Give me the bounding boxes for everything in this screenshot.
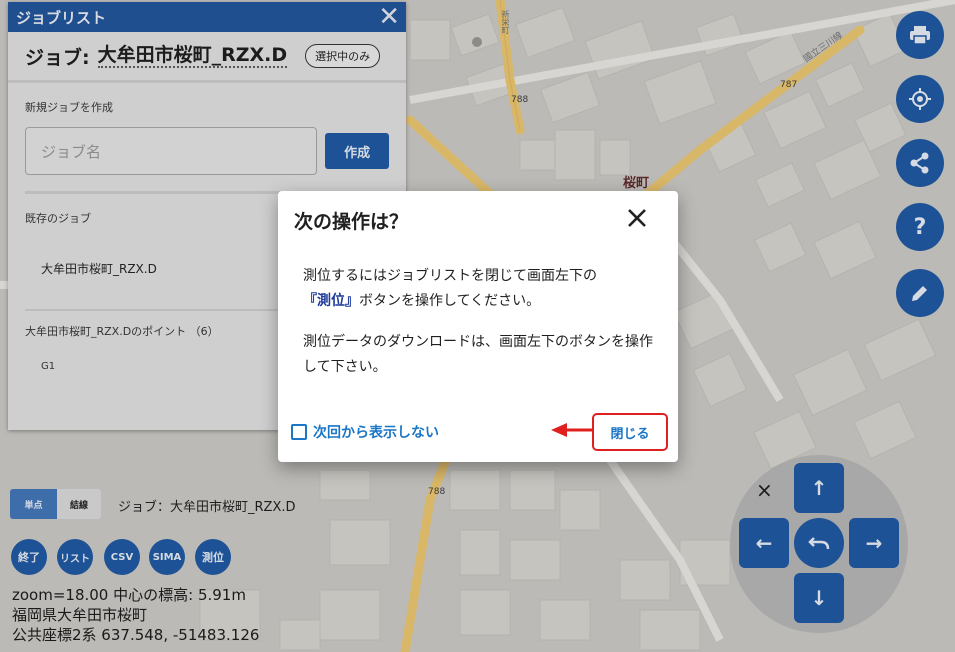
undo-icon — [808, 537, 830, 550]
zoom-info: zoom=18.00 中心の標高: 5.91m — [12, 586, 246, 604]
close-highlight: 閉じる — [592, 413, 668, 451]
dialog-message-1b: ボタンを操作してください。 — [359, 293, 541, 309]
dialog-message-2: 測位データのダウンロードは、画面左下のボタンを操作して下さい。 — [303, 334, 653, 375]
dpad-down-button[interactable]: ↓ — [794, 573, 844, 623]
arrow-up-icon: ↑ — [810, 476, 828, 500]
select-only-button[interactable]: 選択中のみ — [305, 44, 381, 68]
road-sign-a: 新栄町 — [501, 10, 510, 34]
road-number-788: 788 — [511, 95, 529, 105]
sima-button[interactable]: SIMA — [149, 539, 185, 575]
job-title-row: ジョブ: 大牟田市桜町_RZX.D 選択中のみ — [8, 32, 406, 80]
survey-button[interactable]: 測位 — [195, 539, 231, 575]
divider — [8, 80, 406, 83]
road-number-788-south: 788 — [428, 487, 446, 497]
print-button[interactable] — [896, 11, 944, 59]
district-label: 桜町 — [623, 176, 650, 191]
dialog-message-1: 測位するにはジョブリストを閉じて画面左下の 『測位』ボタンを操作してください。 — [303, 264, 663, 314]
close-icon — [628, 209, 646, 227]
dialog-title: 次の操作は？ — [294, 211, 409, 233]
joblist-title: ジョブリスト — [16, 8, 107, 27]
dialog-emphasis: 『測位』 — [303, 293, 359, 309]
arrow-down-icon: ↓ — [810, 586, 828, 610]
list-button[interactable]: リスト — [57, 539, 93, 575]
dpad-left-button[interactable]: ← — [739, 518, 789, 568]
share-icon — [910, 152, 929, 174]
arrow-right-icon: → — [865, 531, 883, 555]
joblist-header: ジョブリスト ✕ — [8, 2, 406, 32]
help-button[interactable]: ? — [896, 203, 944, 251]
dpad-close-icon[interactable]: × — [756, 478, 773, 502]
mode-single-button[interactable]: 単点 — [10, 489, 57, 519]
address-info: 福岡県大牟田市桜町 — [12, 606, 148, 624]
create-job-button[interactable]: 作成 — [325, 133, 389, 169]
arrow-left-icon: ← — [755, 531, 773, 555]
locate-button[interactable] — [896, 75, 944, 123]
dpad-right-button[interactable]: → — [849, 518, 899, 568]
help-icon: ? — [913, 214, 927, 240]
joblist-close-icon[interactable]: ✕ — [378, 4, 400, 30]
coords-info: 公共座標2系 637.548, -51483.126 — [12, 626, 260, 644]
job-name-input[interactable]: ジョブ名 — [25, 127, 318, 175]
end-button[interactable]: 終了 — [11, 539, 47, 575]
job-status: ジョブ：大牟田市桜町_RZX.D — [118, 500, 296, 515]
edit-button[interactable] — [896, 269, 944, 317]
dialog-close-icon[interactable] — [624, 205, 650, 231]
mode-line-button[interactable]: 結線 — [57, 489, 101, 519]
job-label: ジョブ: — [25, 46, 90, 69]
dont-show-checkbox[interactable] — [291, 424, 307, 440]
csv-button[interactable]: CSV — [104, 539, 140, 575]
dpad-center-button[interactable] — [794, 518, 844, 568]
crosshair-icon — [909, 88, 931, 110]
dont-show-label: 次回から表示しない — [313, 425, 439, 441]
pointer-arrow-icon — [551, 423, 593, 437]
dont-show-again[interactable]: 次回から表示しない — [291, 422, 439, 442]
dialog-close-button[interactable]: 閉じる — [594, 415, 666, 449]
create-job-row: ジョブ名 作成 — [8, 127, 406, 175]
current-job-name[interactable]: 大牟田市桜町_RZX.D — [97, 44, 288, 68]
dpad-up-button[interactable]: ↑ — [794, 463, 844, 513]
next-action-dialog: 次の操作は？ 測位するにはジョブリストを閉じて画面左下の 『測位』ボタンを操作し… — [278, 191, 678, 462]
share-button[interactable] — [896, 139, 944, 187]
road-number-787: 787 — [780, 80, 798, 90]
mode-toggle: 単点 結線 — [10, 489, 101, 519]
new-job-label: 新規ジョブを作成 — [25, 101, 113, 114]
print-icon — [910, 26, 930, 45]
dialog-message-1a: 測位するにはジョブリストを閉じて画面左下の — [303, 268, 597, 284]
pencil-icon — [912, 286, 927, 301]
